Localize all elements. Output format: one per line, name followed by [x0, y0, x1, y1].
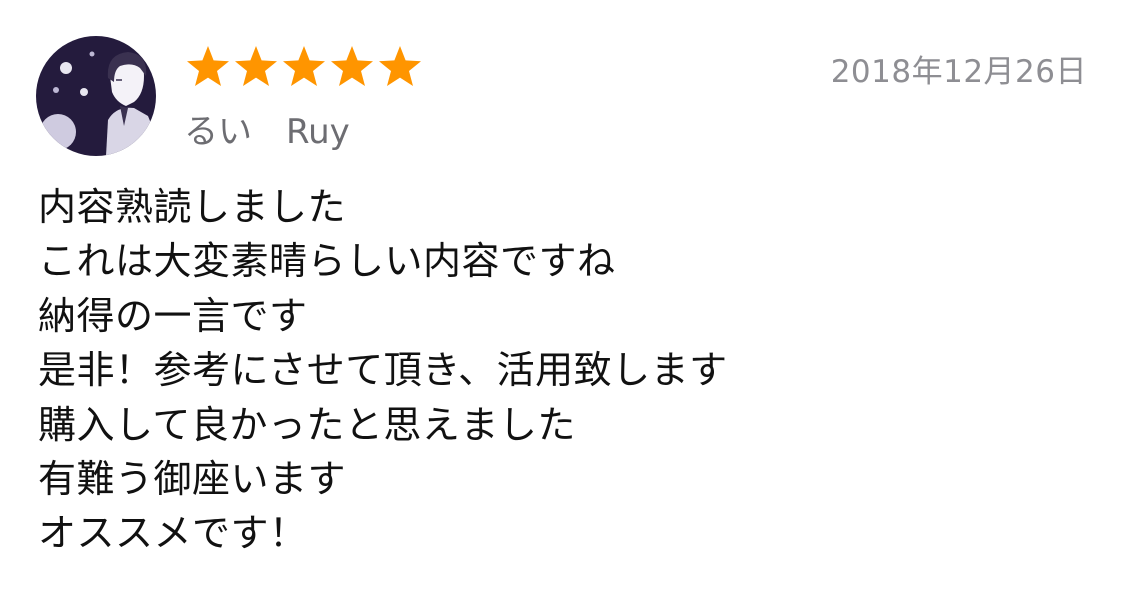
- review-text-line: オススメです！: [38, 511, 308, 556]
- star-rating: [184, 44, 424, 88]
- review-text-line: 納得の一言です: [38, 293, 308, 338]
- review-text-line: 是非！参考にさせて頂き、活用致します: [38, 348, 728, 393]
- avatar[interactable]: [36, 36, 156, 156]
- avatar-illustration-icon: [36, 36, 156, 156]
- star-filled-icon: [283, 46, 325, 86]
- star-filled-icon: [235, 46, 277, 86]
- review-text-line: 有難う御座います: [38, 457, 347, 502]
- star-filled-icon: [379, 46, 421, 86]
- review-date: 2018年12月26日: [830, 54, 1087, 90]
- star-filled-icon: [331, 46, 373, 86]
- review-body: 内容熟読しました これは大変素晴らしい内容ですね 納得の一言です 是非！参考にさ…: [38, 180, 1088, 561]
- review-card: 2018年12月26日 るい Ruy 内容熟読しました これは大変素晴らしい内容…: [0, 0, 1125, 589]
- star-filled-icon: [187, 46, 229, 86]
- review-text-line: これは大変素晴らしい内容ですね: [38, 239, 616, 284]
- review-text-line: 内容熟読しました: [38, 185, 347, 229]
- review-text-line: 購入して良かったと思えました: [38, 402, 576, 447]
- reviewer-name: るい Ruy: [184, 112, 350, 152]
